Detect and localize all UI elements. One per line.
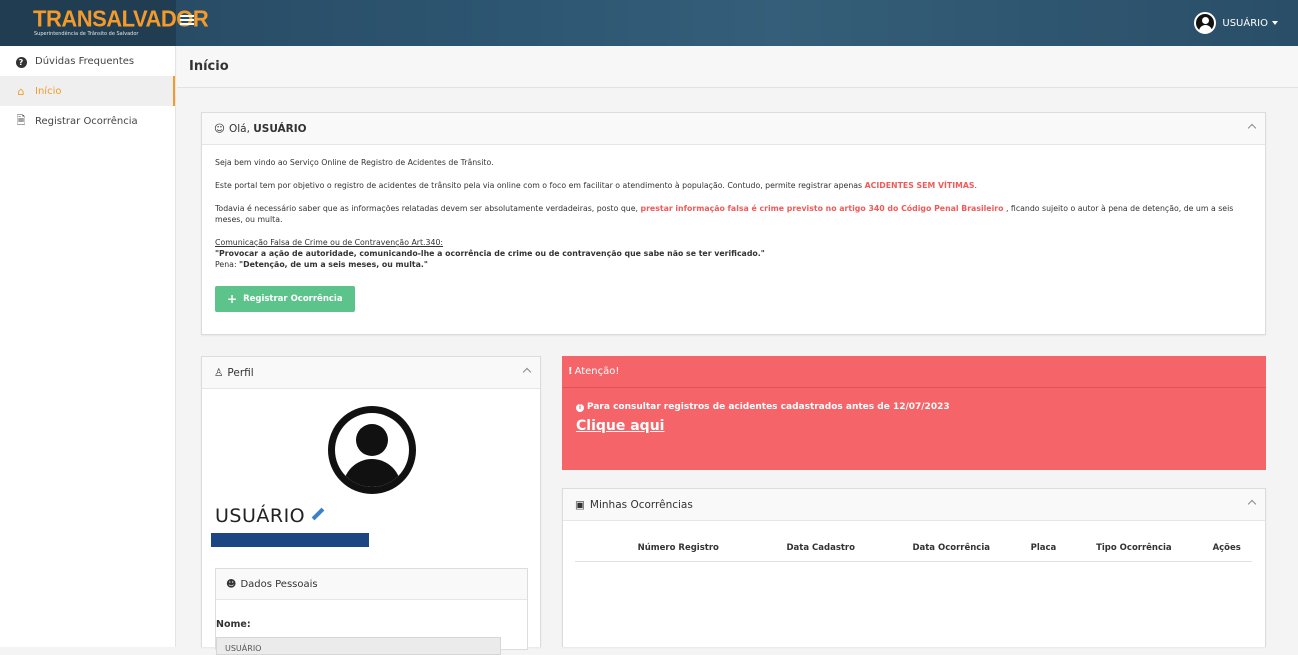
attention-alert: ! Atenção! i Para consultar registros de … bbox=[562, 356, 1266, 470]
home-icon: ⌂ bbox=[17, 84, 25, 98]
column-header[interactable]: Ações bbox=[1201, 539, 1252, 562]
profile-status-bar bbox=[211, 533, 369, 547]
smile-icon: ☺ bbox=[214, 122, 225, 135]
profile-name: USUÁRIO bbox=[215, 505, 325, 527]
column-header[interactable]: Data Cadastro bbox=[759, 539, 882, 562]
caret-down-icon bbox=[1272, 21, 1278, 25]
personal-data-header: ☻ Dados Pessoais bbox=[216, 569, 527, 600]
alert-title: Atenção! bbox=[574, 366, 620, 377]
document-icon: 🗎 bbox=[16, 113, 26, 127]
collapse-chevron-icon[interactable] bbox=[522, 367, 532, 377]
occurrences-title: Minhas Ocorrências bbox=[589, 498, 693, 511]
user-outline-icon: ♙ bbox=[214, 366, 224, 379]
register-occurrence-button[interactable]: + Registrar Ocorrência bbox=[215, 286, 355, 312]
plus-icon: + bbox=[227, 291, 238, 306]
user-avatar-icon bbox=[1194, 12, 1217, 34]
greeting-text: Olá, bbox=[228, 122, 250, 135]
column-header[interactable]: Número Registro bbox=[575, 539, 760, 562]
user-name: USUÁRIO bbox=[1222, 17, 1268, 29]
welcome-panel-header: ☺ Olá, USUÁRIO bbox=[202, 113, 1265, 145]
sidebar-item-faq[interactable]: ? Dúvidas Frequentes bbox=[0, 46, 175, 76]
occurrences-panel: ▣ Minhas Ocorrências Número Registro Dat… bbox=[562, 488, 1266, 647]
penalty-line: Pena: "Detenção, de um a seis meses, ou … bbox=[215, 260, 428, 269]
profile-panel-header: ♙ Perfil bbox=[202, 357, 540, 389]
brand-subtitle: Superintendência de Trânsito de Salvador bbox=[34, 31, 139, 37]
sidebar-item-label: Dúvidas Frequentes bbox=[35, 55, 135, 67]
personal-data-title: Dados Pessoais bbox=[240, 578, 318, 590]
occurrences-panel-header: ▣ Minhas Ocorrências bbox=[563, 489, 1265, 521]
highlight-text: prestar informação falsa é crime previst… bbox=[640, 204, 1004, 213]
purpose-paragraph: Este portal tem por objetivo o registro … bbox=[215, 181, 978, 190]
highlight-text: ACIDENTES SEM VÍTIMAS bbox=[864, 181, 975, 190]
sidebar-item-registrar[interactable]: 🗎 Registrar Ocorrência bbox=[0, 106, 175, 136]
name-field[interactable]: USUÁRIO bbox=[216, 637, 501, 655]
law-title: Comunicação Falsa de Crime ou de Contrav… bbox=[215, 238, 444, 247]
register-button-label: Registrar Ocorrência bbox=[243, 293, 343, 304]
alert-message: i Para consultar registros de acidentes c… bbox=[576, 402, 1252, 412]
column-header[interactable]: Data Ocorrência bbox=[881, 539, 1021, 562]
law-block: Comunicação Falsa de Crime ou de Contrav… bbox=[215, 237, 1252, 270]
collapse-chevron-icon[interactable] bbox=[1247, 499, 1257, 509]
question-circle-icon: ? bbox=[15, 55, 27, 68]
users-icon: ☻ bbox=[226, 578, 237, 590]
profile-panel: ♙ Perfil USUÁRIO ☻ Dados Pessoais Nome: … bbox=[201, 356, 541, 655]
user-menu[interactable]: USUÁRIO bbox=[1194, 12, 1278, 34]
edit-pencil-icon[interactable] bbox=[311, 507, 325, 520]
sidebar-item-label: Registrar Ocorrência bbox=[35, 115, 138, 127]
column-header[interactable]: Tipo Ocorrência bbox=[1066, 539, 1202, 562]
top-navbar: TRANSALVADOR Superintendência de Trânsit… bbox=[0, 0, 1298, 46]
name-label: Nome: bbox=[216, 619, 251, 630]
sidebar-item-inicio[interactable]: ⌂ Início bbox=[0, 76, 175, 106]
profile-title: Perfil bbox=[227, 366, 254, 379]
page-title: Início bbox=[189, 59, 229, 74]
alert-header: ! Atenção! bbox=[562, 356, 1266, 388]
brand-logo[interactable]: TRANSALVADOR Superintendência de Trânsit… bbox=[0, 0, 209, 46]
column-header[interactable]: Placa bbox=[1020, 539, 1067, 562]
law-quote: "Provocar a ação de autoridade, comunica… bbox=[215, 249, 765, 258]
archive-icon: ▣ bbox=[575, 498, 585, 511]
exclamation-icon: ! bbox=[568, 366, 573, 377]
info-icon: i bbox=[576, 404, 584, 412]
welcome-panel: ☺ Olá, USUÁRIO Seja bem vindo ao Serviço… bbox=[201, 112, 1266, 335]
sidebar: ? Dúvidas Frequentes ⌂ Início 🗎 Registra… bbox=[0, 46, 176, 647]
menu-toggle-icon[interactable] bbox=[180, 15, 194, 29]
welcome-paragraph: Seja bem vindo ao Serviço Online de Regi… bbox=[215, 158, 494, 167]
sidebar-item-label: Início bbox=[35, 85, 62, 97]
warning-paragraph: Todavia é necessário saber que as inform… bbox=[215, 204, 1234, 224]
greeting-user: USUÁRIO bbox=[253, 122, 307, 135]
collapse-chevron-icon[interactable] bbox=[1247, 123, 1257, 133]
click-here-link[interactable]: Clique aqui bbox=[576, 418, 664, 434]
page-header: Início bbox=[177, 46, 1298, 88]
occurrences-table: Número Registro Data Cadastro Data Ocorr… bbox=[575, 539, 1252, 562]
profile-avatar-icon bbox=[328, 406, 416, 494]
